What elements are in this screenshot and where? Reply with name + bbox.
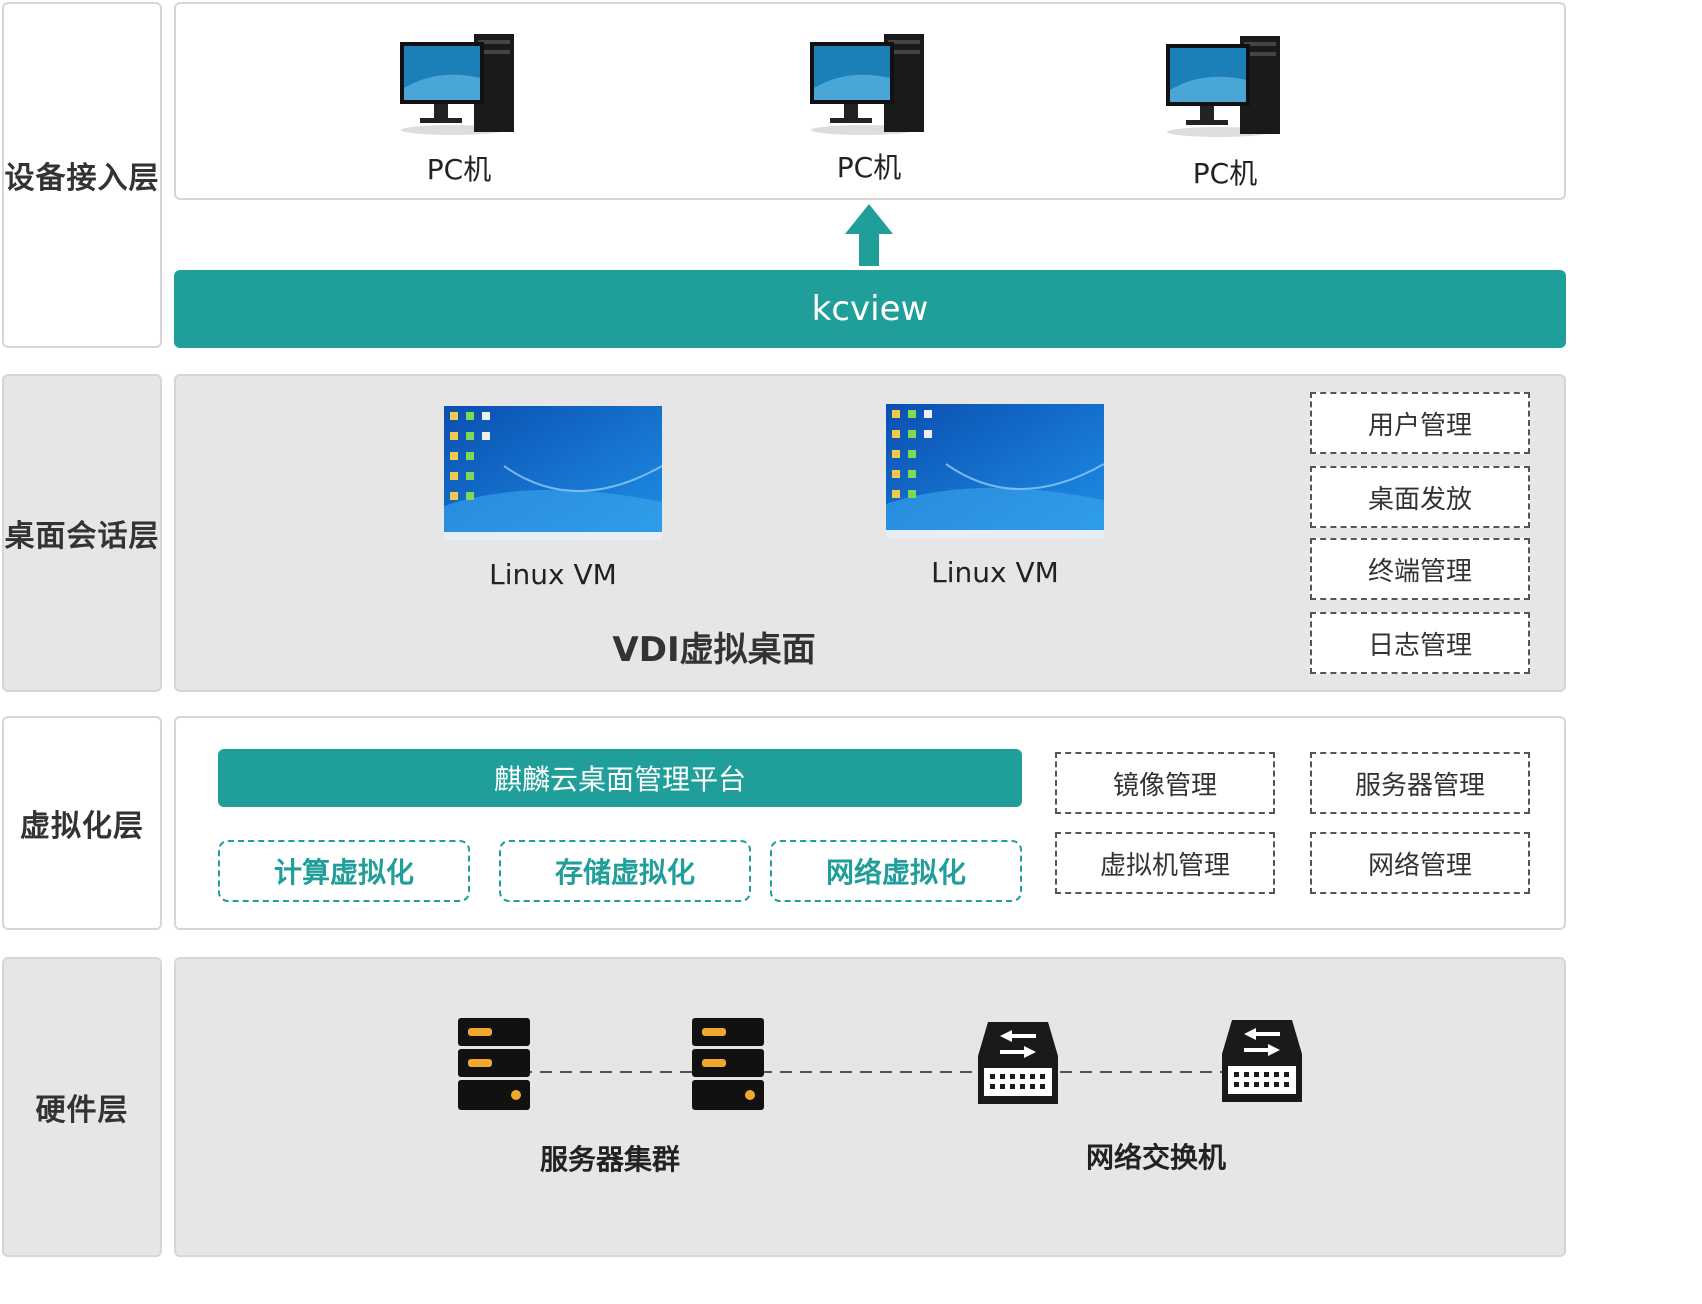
- virt-type-label: 网络虚拟化: [825, 856, 966, 889]
- virt-type-box: 网络虚拟化: [770, 840, 1022, 902]
- connector-line: [520, 1060, 1240, 1073]
- pc-label: PC机: [426, 153, 492, 186]
- switch-label: 网络交换机: [1085, 1141, 1226, 1174]
- mgmt-box: 终端管理: [1310, 538, 1530, 600]
- network-switch-icon: [978, 1022, 1058, 1104]
- layer-label-text: 桌面会话层: [4, 519, 160, 554]
- virt-type-box: 计算虚拟化: [218, 840, 470, 902]
- vm-label: Linux VM: [931, 556, 1059, 589]
- network-switch-icon: [1222, 1020, 1302, 1102]
- platform-label: 麒麟云桌面管理平台: [493, 763, 746, 796]
- layer-label-session: 桌面会话层: [2, 374, 162, 692]
- desktop-pc-icon: [1164, 30, 1286, 140]
- kcview-label: kcview: [811, 289, 929, 329]
- layer-label-text: 虚拟化层: [20, 809, 144, 844]
- desktop-screen-icon: [886, 404, 1105, 538]
- mgmt-box: 虚拟机管理: [1055, 832, 1275, 894]
- mgmt-box: 服务器管理: [1310, 752, 1530, 814]
- mgmt-label: 终端管理: [1367, 556, 1472, 587]
- pc-label: PC机: [1192, 157, 1258, 190]
- mgmt-box: 桌面发放: [1310, 466, 1530, 528]
- platform-bar: 麒麟云桌面管理平台: [218, 749, 1022, 807]
- virt-type-label: 存储虚拟化: [554, 856, 695, 889]
- pc-label: PC机: [836, 151, 902, 184]
- desktop-screen-icon: [444, 406, 663, 540]
- server-icon: [458, 1018, 530, 1110]
- mgmt-box: 用户管理: [1310, 392, 1530, 454]
- up-arrow-icon: [845, 204, 893, 266]
- kcview-bar: kcview: [174, 270, 1566, 348]
- layer-label-virt: 虚拟化层: [2, 716, 162, 930]
- mgmt-label: 桌面发放: [1367, 484, 1472, 515]
- vdi-title: VDI虚拟桌面: [612, 630, 816, 670]
- mgmt-label: 用户管理: [1367, 410, 1472, 441]
- layer-label-text: 硬件层: [35, 1093, 129, 1128]
- virt-type-label: 计算虚拟化: [273, 856, 414, 889]
- vm-label: Linux VM: [489, 558, 617, 591]
- mgmt-label: 日志管理: [1367, 630, 1472, 661]
- mgmt-label: 服务器管理: [1354, 770, 1485, 801]
- mgmt-label: 网络管理: [1367, 850, 1472, 881]
- desktop-pc-icon: [808, 28, 930, 138]
- virt-type-box: 存储虚拟化: [499, 840, 751, 902]
- layer-label-text: 设备接入层: [4, 161, 160, 196]
- hardware-panel: [174, 957, 1566, 1257]
- desktop-pc-icon: [398, 28, 520, 138]
- mgmt-box: 网络管理: [1310, 832, 1530, 894]
- mgmt-box: 镜像管理: [1055, 752, 1275, 814]
- server-cluster-label: 服务器集群: [539, 1143, 680, 1176]
- mgmt-label: 虚拟机管理: [1099, 850, 1230, 881]
- mgmt-box: 日志管理: [1310, 612, 1530, 674]
- layer-label-hardware: 硬件层: [2, 957, 162, 1257]
- server-icon: [692, 1018, 764, 1110]
- mgmt-label: 镜像管理: [1112, 770, 1217, 801]
- layer-label-device: 设备接入层: [2, 2, 162, 348]
